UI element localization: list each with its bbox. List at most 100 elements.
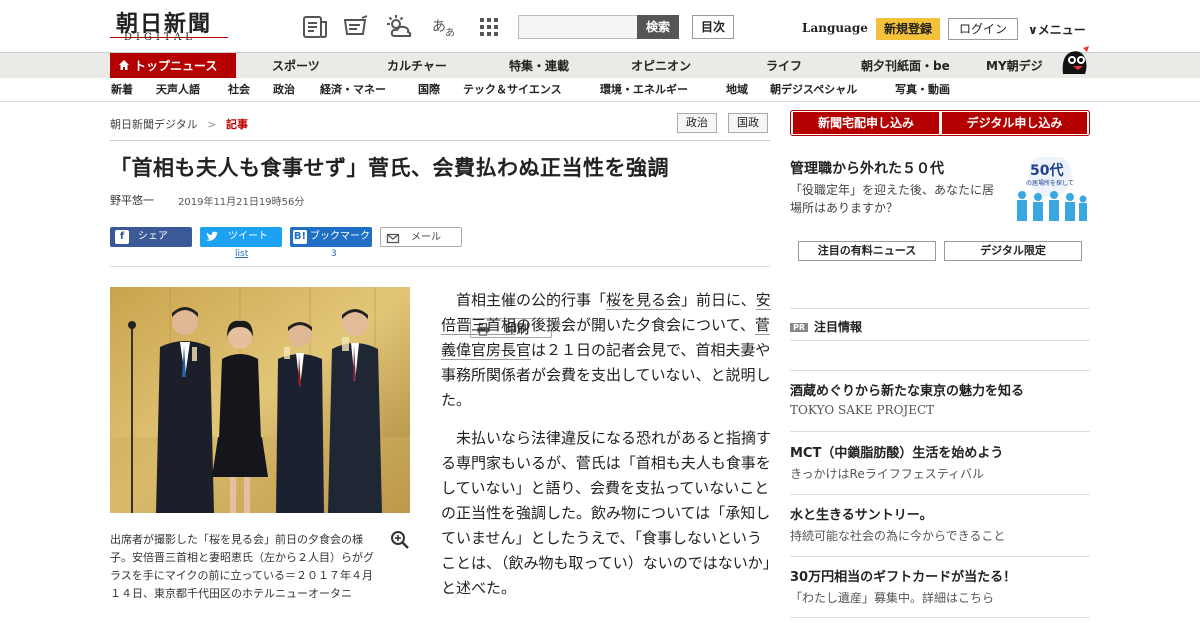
divider [110, 266, 770, 267]
language-link[interactable]: Language [802, 21, 868, 35]
article-paragraph: 未払いなら法律違反になる恐れがあると指摘する専門家もいるが、菅氏は「首相も夫人も… [441, 429, 772, 597]
nav2-politics[interactable]: 政治 [273, 78, 295, 102]
breadcrumb-home[interactable]: 朝日新聞デジタル [110, 118, 198, 131]
pr-item-title[interactable]: 水と生きるサントリー。 [790, 504, 933, 523]
mail-share-label: メール [411, 232, 441, 243]
nav-features[interactable]: 特集・連載 [509, 53, 569, 79]
site-header: 朝日新聞 DIGITAL あ あ 検索 目次 Language 新規登録 ログイ… [0, 0, 1200, 52]
text-run: の後援会が開いた夕食会について、 [516, 316, 755, 334]
tab-digital-only[interactable]: デジタル限定 [944, 241, 1082, 261]
breadcrumb: 朝日新聞デジタル > 記事 [110, 116, 248, 132]
mail-share-button[interactable]: メール [380, 227, 462, 247]
divider [790, 494, 1090, 495]
article-date: 2019年11月21日19時56分 [178, 197, 305, 208]
hatena-b-icon: B! [293, 230, 307, 244]
photo-caption: 出席者が撮影した「桜を見る会」前日の夕食会の様子。安倍晋三首相と妻昭恵氏（左から… [110, 533, 374, 600]
svg-text:あ: あ [445, 27, 455, 39]
nav2-special[interactable]: 朝デジスペシャル [770, 78, 857, 102]
twitter-list-link[interactable]: list [235, 249, 248, 259]
register-button[interactable]: 新規登録 [876, 18, 940, 40]
pr-item-sub[interactable]: きっかけはReライフフェスティバル [790, 465, 984, 482]
divider [790, 370, 1090, 371]
nav-life[interactable]: ライフ [766, 53, 802, 79]
breadcrumb-current: 記事 [226, 118, 248, 131]
pr-badge: PR [790, 323, 809, 332]
nav2-tech-science[interactable]: テック＆サイエンス [463, 78, 562, 102]
nav2-society[interactable]: 社会 [228, 78, 250, 102]
nav2-environment[interactable]: 環境・エネルギー [600, 78, 688, 102]
pr-item-title[interactable]: 酒蔵めぐりから新たな東京の魅力を知る [790, 380, 1024, 399]
twitter-bird-icon [206, 231, 218, 241]
hatena-bookmark-button[interactable]: B! ブックマーク [290, 227, 372, 247]
article-author[interactable]: 野平悠一 [110, 192, 154, 208]
primary-nav: トップニュース スポーツ カルチャー 特集・連載 オピニオン ライフ 朝夕刊紙面… [0, 52, 1200, 79]
mascot-icon[interactable] [1057, 44, 1091, 78]
menu-button[interactable]: ∨メニュー [1028, 21, 1086, 38]
ad-title[interactable]: 管理職から外れた５０代 [790, 158, 944, 178]
nav2-economy[interactable]: 経済・マネー [320, 78, 386, 102]
pr-label: 注目情報 [814, 320, 863, 334]
article-body: 首相主催の公的行事「桜を見る会」前日に、安倍晋三首相の後援会が開いた夕食会につい… [441, 288, 771, 614]
pr-header: PR 注目情報 [790, 318, 862, 335]
secondary-nav: 新着 天声人語 社会 政治 経済・マネー 国際 テック＆サイエンス 環境・エネル… [0, 78, 1200, 102]
divider [790, 308, 1090, 309]
twitter-share-button[interactable]: ツイート [200, 227, 282, 247]
nav-top-news[interactable]: トップニュース [110, 53, 236, 79]
news-list-icon[interactable] [302, 14, 328, 40]
pr-item-title[interactable]: MCT（中鎖脂肪酸）生活を始めよう [790, 442, 1003, 461]
divider [110, 140, 770, 141]
pr-item-sub[interactable]: 「わたし遺産」募集中。詳細はこちら [790, 589, 994, 606]
pr-item-sub[interactable]: TOKYO SAKE PROJECT [790, 403, 934, 417]
grid-menu-icon[interactable] [476, 14, 502, 40]
nav2-latest[interactable]: 新着 [111, 78, 133, 102]
nav-sports[interactable]: スポーツ [272, 53, 320, 79]
ad-subtitle[interactable]: 「役職定年」を迎えた後、あなたに居場所はありますか？ [790, 181, 1005, 217]
newspaper-edition-icon[interactable] [342, 14, 368, 40]
logo-digital: DIGITAL [124, 32, 196, 43]
ad-image-small-text: の居場所を探して [1026, 179, 1074, 187]
search-input[interactable] [518, 15, 638, 39]
tab-paid-news[interactable]: 注目の有料ニュース [798, 241, 936, 261]
nav2-photo-video[interactable]: 写真・動画 [895, 78, 950, 102]
pr-item-sub[interactable]: 持続可能な社会の為に今からできること [790, 527, 1005, 544]
facebook-share-label: シェア [138, 231, 168, 242]
asahi-logo[interactable]: 朝日新聞 DIGITAL [110, 8, 228, 46]
text-size-icon[interactable]: あ あ [432, 14, 458, 40]
digital-subscribe-button[interactable]: デジタル申し込み [942, 112, 1087, 134]
login-button[interactable]: ログイン [948, 18, 1018, 40]
divider [790, 340, 1090, 341]
ad-image-big-text: 50代 [1030, 162, 1063, 179]
search-button[interactable]: 検索 [637, 15, 679, 39]
newspaper-subscribe-button[interactable]: 新聞宅配申し込み [793, 112, 939, 134]
facebook-icon: f [115, 230, 129, 244]
nav-papers[interactable]: 朝夕刊紙面・be [861, 53, 950, 79]
zoom-in-icon[interactable] [390, 530, 410, 550]
breadcrumb-sep: > [207, 118, 217, 131]
ad-image[interactable]: 50代 の居場所を探して [1010, 157, 1090, 221]
nav2-tenseijingo[interactable]: 天声人語 [156, 78, 200, 102]
text-run: 」前日に、 [681, 291, 756, 309]
article-title: 「首相も夫人も食事せず」菅氏、会費払わぬ正当性を強調 [110, 156, 669, 180]
tag-politics[interactable]: 政治 [677, 113, 717, 133]
mail-icon [386, 233, 400, 244]
nav2-region[interactable]: 地域 [726, 78, 748, 102]
article-photo[interactable] [110, 287, 410, 513]
nav-my-asadigi[interactable]: MY朝デジ [986, 53, 1043, 79]
facebook-share-button[interactable]: f シェア [110, 227, 192, 247]
tag-national[interactable]: 国政 [728, 113, 768, 133]
divider [790, 431, 1090, 432]
index-button[interactable]: 目次 [692, 15, 734, 39]
pr-item-title[interactable]: 30万円相当のギフトカードが当たる！ [790, 566, 1016, 585]
weather-icon[interactable] [386, 14, 412, 40]
link-sakura-kai[interactable]: 桜を見る会 [606, 291, 682, 310]
hatena-count[interactable]: 3 [331, 249, 337, 259]
nav-opinion[interactable]: オピニオン [631, 53, 691, 79]
nav-culture[interactable]: カルチャー [387, 53, 447, 79]
nav2-international[interactable]: 国際 [418, 78, 440, 102]
article-paragraph: 首相主催の公的行事「桜を見る会」前日に、安倍晋三首相の後援会が開いた夕食会につい… [441, 288, 771, 413]
divider [790, 556, 1090, 557]
text-run: 首相主催の公的行事「 [456, 291, 607, 309]
hatena-bookmark-label: ブックマーク [310, 231, 370, 242]
divider [790, 617, 1090, 618]
svg-text:あ: あ [432, 19, 446, 35]
